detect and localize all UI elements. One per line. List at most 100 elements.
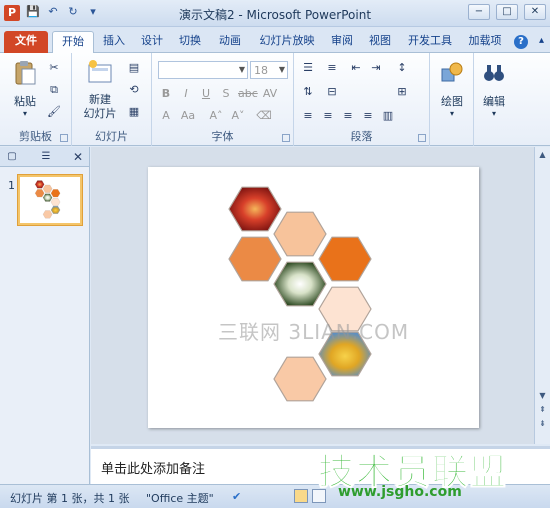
font-name-combo[interactable]: ▼: [158, 61, 248, 79]
clipboard-icon: [15, 61, 36, 85]
underline-icon[interactable]: U: [198, 87, 214, 101]
group-editing: 编辑 ▾: [474, 53, 514, 146]
clear-format-icon[interactable]: ⌫: [256, 109, 272, 123]
group-clipboard: 粘贴 ▾ ✂ ⧉ 🖌 剪贴板: [0, 53, 72, 146]
hexagon-shape-1[interactable]: [273, 211, 327, 257]
drawing-button[interactable]: 绘图 ▾: [434, 59, 470, 118]
vertical-scrollbar[interactable]: ▲ ▼ ⇞ ⇟: [534, 147, 550, 444]
columns-icon[interactable]: ▥: [380, 109, 396, 123]
tab-slideshow[interactable]: 幻灯片放映: [252, 31, 322, 53]
maximize-button[interactable]: □: [496, 4, 518, 20]
scroll-down-icon[interactable]: ▼: [537, 390, 548, 402]
thumb-hexagon-4: [50, 189, 61, 198]
tab-animations[interactable]: 动画: [212, 31, 248, 53]
clipboard-launcher-icon[interactable]: [60, 134, 68, 142]
editing-button[interactable]: 编辑 ▾: [476, 59, 512, 118]
group-label-font: 字体: [211, 130, 234, 143]
hexagon-shape-2[interactable]: [228, 236, 282, 282]
tab-home[interactable]: 开始: [52, 31, 94, 53]
slides-panel: ▢ ☰ ✕ 1: [0, 147, 90, 484]
align-right-icon[interactable]: ≡: [340, 109, 356, 123]
align-left-icon[interactable]: ≡: [300, 109, 316, 123]
hexagon-shape-3[interactable]: [273, 261, 327, 307]
italic-icon[interactable]: I: [178, 87, 194, 101]
slides-tab-icon[interactable]: ▢: [4, 150, 20, 164]
scroll-up-icon[interactable]: ▲: [537, 149, 548, 161]
group-label-slides: 幻灯片: [95, 130, 128, 143]
help-icon[interactable]: ?: [514, 35, 528, 49]
decrease-indent-icon[interactable]: ⇤: [348, 61, 364, 75]
tab-developer[interactable]: 开发工具: [402, 31, 458, 53]
group-paragraph: ☰ ≡ ⇤ ⇥ ↕ ⇅ ⊟ ⊞ ≡ ≡ ≡ ≡ ▥ 段落: [294, 53, 430, 146]
slide-graphics: [228, 186, 372, 402]
align-center-icon[interactable]: ≡: [320, 109, 336, 123]
close-panel-icon[interactable]: ✕: [70, 150, 86, 164]
hexagon-shape-0[interactable]: [228, 186, 282, 232]
format-painter-icon[interactable]: 🖌: [46, 105, 62, 119]
new-slide-icon: [88, 60, 112, 83]
tab-addins[interactable]: 加载项: [462, 31, 508, 53]
slide-thumbnail[interactable]: [18, 175, 82, 225]
spacing-icon[interactable]: AV: [262, 87, 278, 101]
font-size-combo[interactable]: 18 ▼: [250, 61, 288, 79]
copy-icon[interactable]: ⧉: [46, 83, 62, 97]
shrink-font-icon[interactable]: A˅: [230, 109, 246, 123]
reset-icon[interactable]: ⟲: [126, 83, 142, 97]
close-button[interactable]: ✕: [524, 4, 546, 20]
tab-file[interactable]: 文件: [4, 31, 48, 53]
ribbon-minimize-icon[interactable]: ▴: [539, 35, 544, 46]
prev-slide-icon[interactable]: ⇞: [537, 404, 548, 416]
minimize-button[interactable]: −: [468, 4, 490, 20]
new-slide-label: 新建 幻灯片: [83, 93, 117, 120]
ribbon: 粘贴 ▾ ✂ ⧉ 🖌 剪贴板 新建 幻灯片 ▤ ⟲ ▦ 幻灯片 ▼ 18 ▼ B…: [0, 53, 550, 146]
justify-icon[interactable]: ≡: [360, 109, 376, 123]
binoculars-icon: [484, 65, 504, 81]
slide-canvas[interactable]: [148, 167, 479, 428]
normal-view-icon[interactable]: [294, 489, 308, 503]
watermark-url: www.jsgho.com: [338, 484, 462, 500]
smartart-icon[interactable]: ⊞: [394, 85, 410, 99]
tab-review[interactable]: 审阅: [324, 31, 360, 53]
grow-font-icon[interactable]: A˄: [208, 109, 224, 123]
thumb-hexagon-2: [34, 189, 45, 198]
paragraph-launcher-icon[interactable]: [418, 134, 426, 142]
bullets-icon[interactable]: ☰: [300, 61, 316, 75]
spell-check-icon[interactable]: ✔: [232, 490, 241, 503]
section-icon[interactable]: ▦: [126, 105, 142, 119]
slide-info: 幻灯片 第 1 张，共 1 张: [10, 492, 130, 505]
tab-insert[interactable]: 插入: [96, 31, 132, 53]
tab-transitions[interactable]: 切换: [172, 31, 208, 53]
tab-design[interactable]: 设计: [134, 31, 170, 53]
group-slides: 新建 幻灯片 ▤ ⟲ ▦ 幻灯片: [72, 53, 152, 146]
thumbnail-preview: [34, 180, 61, 219]
outline-tab-icon[interactable]: ☰: [38, 150, 54, 164]
notes-placeholder: 单击此处添加备注: [101, 462, 206, 477]
font-color-icon[interactable]: A: [158, 109, 174, 123]
hexagon-shape-4[interactable]: [318, 236, 372, 282]
shadow-icon[interactable]: S: [218, 87, 234, 101]
paste-button[interactable]: 粘贴 ▾: [8, 59, 42, 118]
paste-label: 粘贴: [14, 95, 36, 108]
next-slide-icon[interactable]: ⇟: [537, 418, 548, 430]
panel-tabs: ▢ ☰ ✕: [0, 147, 89, 167]
line-spacing-icon[interactable]: ↕: [394, 61, 410, 75]
thumb-hexagon-7: [42, 210, 53, 219]
bold-icon[interactable]: B: [158, 87, 174, 101]
theme-name: "Office 主题": [146, 492, 214, 505]
hexagon-shape-7[interactable]: [273, 356, 327, 402]
watermark-center: 三联网 3LIAN.COM: [218, 320, 410, 344]
font-launcher-icon[interactable]: [282, 134, 290, 142]
increase-indent-icon[interactable]: ⇥: [368, 61, 384, 75]
new-slide-button[interactable]: 新建 幻灯片: [78, 59, 122, 121]
thumb-hexagon-3: [42, 193, 53, 202]
numbering-icon[interactable]: ≡: [324, 61, 340, 75]
layout-icon[interactable]: ▤: [126, 61, 142, 75]
font-size-value: 18: [254, 64, 268, 77]
tab-view[interactable]: 视图: [362, 31, 398, 53]
align-text-icon[interactable]: ⊟: [324, 85, 340, 99]
text-direction-icon[interactable]: ⇅: [300, 85, 316, 99]
change-case-icon[interactable]: Aa: [180, 109, 196, 123]
cut-icon[interactable]: ✂: [46, 61, 62, 75]
slide-number: 1: [8, 179, 15, 192]
strikethrough-icon[interactable]: abc: [238, 87, 258, 101]
